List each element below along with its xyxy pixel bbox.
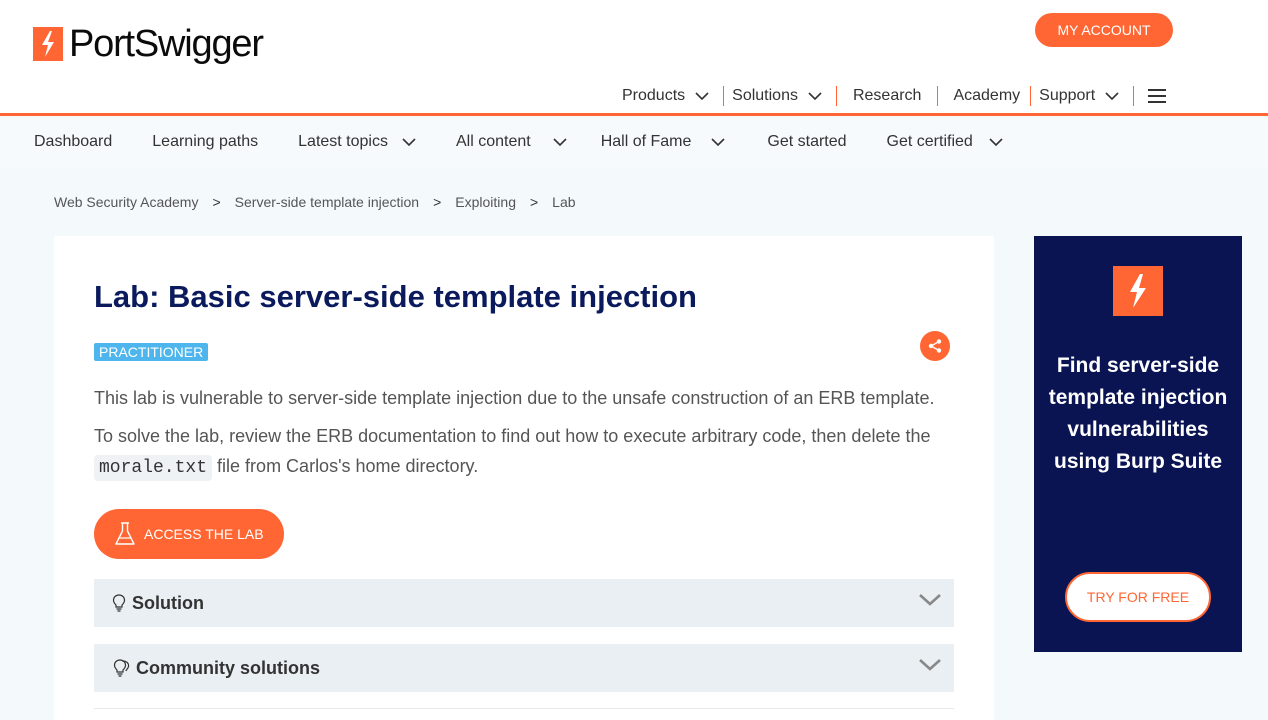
lightbulbs-icon bbox=[112, 659, 130, 677]
chevron-down-icon bbox=[695, 92, 709, 100]
logo-text: PortSwigger bbox=[69, 23, 264, 65]
level-badge[interactable]: PRACTITIONER bbox=[94, 343, 209, 361]
subnav-item-label: All content bbox=[455, 133, 531, 150]
subnav-item-label: Hall of Fame bbox=[600, 133, 692, 150]
nav-item-label: Research bbox=[852, 87, 922, 104]
academy-subnav: Dashboard Learning paths Latest topics A… bbox=[0, 116, 1268, 168]
lab-description: This lab is vulnerable to server-side te… bbox=[94, 388, 935, 408]
chevron-down-icon bbox=[808, 92, 822, 100]
burp-logo-icon bbox=[1113, 266, 1163, 316]
nav-item-label: Academy bbox=[953, 87, 1021, 104]
solution-accordion[interactable]: Solution bbox=[94, 579, 954, 627]
burp-suite-ad: Find server-side template injection vuln… bbox=[1034, 236, 1242, 652]
chevron-down-icon bbox=[1105, 92, 1119, 100]
subnav-item-label: Latest topics bbox=[298, 133, 388, 150]
site-header: PortSwigger MY ACCOUNT Products Solution… bbox=[0, 0, 1268, 116]
subnav-item-hall-of-fame[interactable]: Hall of Fame bbox=[601, 133, 726, 151]
breadcrumb: Web Security Academy > Server-side templ… bbox=[54, 194, 576, 210]
flask-icon bbox=[115, 522, 135, 545]
access-lab-label: ACCESS THE LAB bbox=[144, 526, 264, 542]
subnav-item-learning-paths[interactable]: Learning paths bbox=[152, 133, 258, 151]
lab-card: Lab: Basic server-side template injectio… bbox=[54, 236, 994, 720]
share-button[interactable] bbox=[920, 331, 950, 361]
share-icon bbox=[928, 339, 942, 353]
lab-task: To solve the lab, review the ERB documen… bbox=[94, 421, 954, 483]
subnav-item-latest-topics[interactable]: Latest topics bbox=[298, 133, 416, 151]
community-solutions-accordion[interactable]: Community solutions bbox=[94, 644, 954, 692]
subnav-item-label: Dashboard bbox=[34, 133, 113, 150]
nav-item-label: Solutions bbox=[732, 87, 798, 104]
breadcrumb-item-exploiting[interactable]: Exploiting bbox=[455, 194, 516, 210]
subnav-item-dashboard[interactable]: Dashboard bbox=[34, 133, 112, 151]
page-title: Lab: Basic server-side template injectio… bbox=[94, 279, 697, 314]
hamburger-icon[interactable] bbox=[1148, 89, 1167, 103]
portswigger-logo[interactable]: PortSwigger bbox=[33, 23, 264, 65]
nav-item-research[interactable]: Research bbox=[837, 86, 939, 106]
filename-code: morale.txt bbox=[94, 455, 213, 481]
breadcrumb-item-ssti[interactable]: Server-side template injection bbox=[235, 194, 419, 210]
nav-item-products[interactable]: Products bbox=[614, 86, 725, 106]
chevron-down-icon bbox=[919, 659, 941, 671]
lab-task-text-end: file from Carlos's home directory. bbox=[217, 456, 479, 476]
breadcrumb-separator: > bbox=[529, 194, 539, 210]
chevron-down-icon bbox=[919, 594, 941, 606]
try-for-free-button[interactable]: TRY FOR FREE bbox=[1065, 572, 1211, 622]
chevron-down-icon bbox=[711, 138, 725, 146]
breadcrumb-item-academy[interactable]: Web Security Academy bbox=[54, 194, 198, 210]
subnav-item-get-started[interactable]: Get started bbox=[767, 133, 846, 151]
chevron-down-icon bbox=[553, 138, 567, 146]
access-lab-button[interactable]: ACCESS THE LAB bbox=[94, 509, 284, 559]
nav-item-support[interactable]: Support bbox=[1031, 86, 1135, 106]
solution-label: Solution bbox=[132, 592, 204, 613]
nav-item-label: Support bbox=[1039, 87, 1096, 104]
logo-mark-icon bbox=[33, 27, 63, 61]
community-solutions-label: Community solutions bbox=[136, 657, 320, 678]
ad-headline: Find server-side template injection vuln… bbox=[1048, 354, 1228, 473]
lab-task-text: To solve the lab, review the ERB documen… bbox=[94, 426, 931, 446]
nav-item-label: Products bbox=[622, 87, 686, 104]
chevron-down-icon bbox=[989, 138, 1003, 146]
subnav-item-label: Learning paths bbox=[152, 133, 259, 150]
subnav-item-label: Get certified bbox=[886, 133, 973, 150]
chevron-down-icon bbox=[402, 138, 416, 146]
breadcrumb-separator: > bbox=[212, 194, 221, 210]
my-account-button[interactable]: MY ACCOUNT bbox=[1035, 13, 1173, 47]
subnav-item-all-content[interactable]: All content bbox=[456, 133, 567, 151]
nav-item-academy[interactable]: Academy bbox=[938, 86, 1032, 106]
divider bbox=[94, 708, 954, 709]
subnav-item-get-certified[interactable]: Get certified bbox=[887, 133, 1003, 151]
main-nav: Products Solutions Research Academy Supp… bbox=[614, 84, 1167, 108]
nav-item-solutions[interactable]: Solutions bbox=[724, 86, 837, 106]
breadcrumb-separator: > bbox=[433, 194, 442, 210]
breadcrumb-item-lab[interactable]: Lab bbox=[552, 194, 575, 210]
lightbulb-icon bbox=[112, 594, 126, 612]
subnav-item-label: Get started bbox=[767, 133, 847, 150]
